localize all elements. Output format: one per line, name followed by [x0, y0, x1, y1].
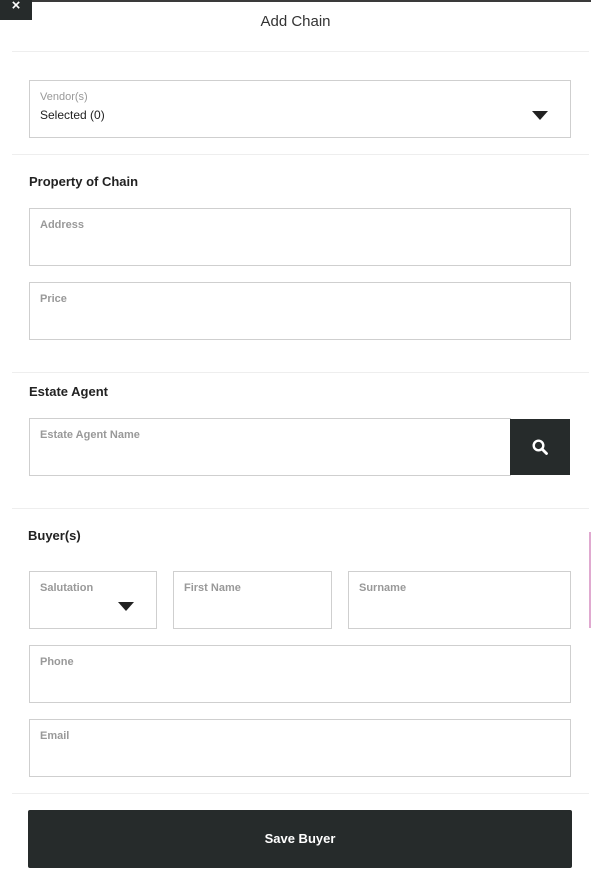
salutation-select[interactable]: Salutation: [29, 571, 157, 629]
address-label: Address: [40, 219, 85, 231]
surname-field[interactable]: Surname: [348, 571, 571, 629]
estate-agent-name-field[interactable]: Estate Agent Name: [29, 418, 511, 476]
footer-divider: [12, 793, 589, 794]
chevron-down-icon[interactable]: [118, 602, 134, 611]
buyers-heading: Buyer(s): [28, 528, 81, 543]
search-button[interactable]: [510, 419, 570, 475]
phone-label: Phone: [40, 656, 74, 668]
surname-label: Surname: [359, 582, 407, 594]
header-divider: [12, 51, 589, 52]
vendors-label: Vendor(s): [40, 91, 88, 103]
email-field[interactable]: Email: [29, 719, 571, 777]
estate-agent-heading: Estate Agent: [29, 384, 108, 399]
estate-agent-name-label: Estate Agent Name: [40, 429, 140, 441]
vendors-value: Selected (0): [40, 108, 105, 122]
phone-field[interactable]: Phone: [29, 645, 571, 703]
section-divider: [12, 508, 589, 509]
price-label: Price: [40, 293, 67, 305]
property-heading: Property of Chain: [29, 174, 139, 189]
email-label: Email: [40, 730, 70, 742]
modal-title: Add Chain: [260, 13, 331, 30]
first-name-label: First Name: [184, 582, 241, 594]
close-icon[interactable]: ×: [12, 0, 21, 14]
salutation-label: Salutation: [40, 582, 94, 594]
vendors-select[interactable]: Vendor(s) Selected (0): [29, 80, 571, 138]
section-divider: [12, 154, 589, 155]
price-field[interactable]: Price: [29, 282, 571, 340]
section-divider: [12, 372, 589, 373]
chevron-down-icon[interactable]: [532, 111, 548, 120]
search-icon[interactable]: [532, 439, 548, 455]
save-buyer-button[interactable]: Save Buyer: [28, 810, 572, 868]
first-name-field[interactable]: First Name: [173, 571, 332, 629]
address-field[interactable]: Address: [29, 208, 571, 266]
top-border: [0, 0, 591, 2]
